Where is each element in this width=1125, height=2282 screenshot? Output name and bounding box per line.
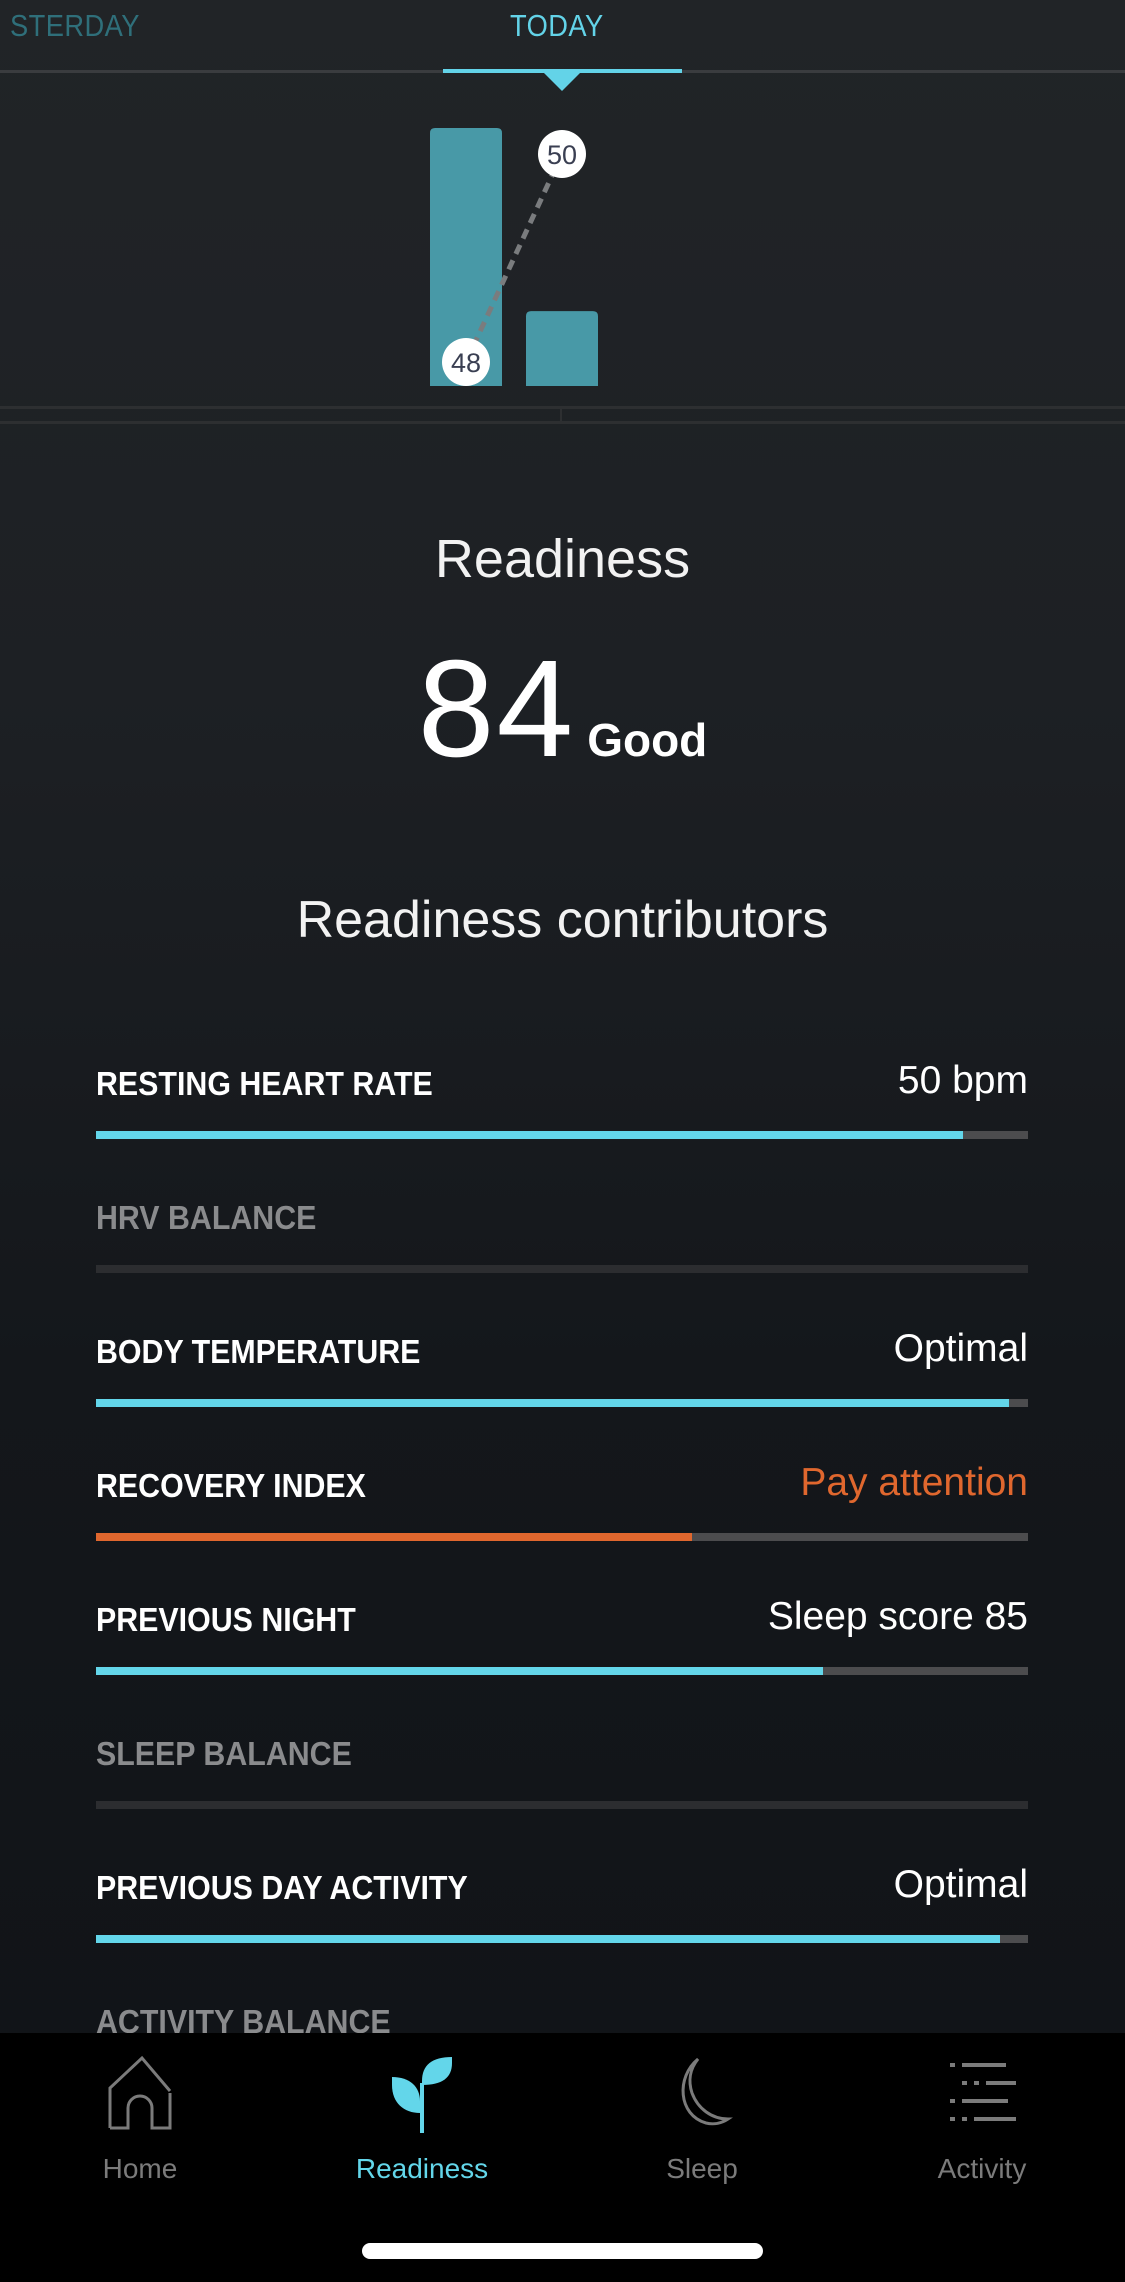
contributor-progress-track: [96, 1667, 1028, 1675]
contributor-recovery-index[interactable]: RECOVERY INDEX Pay attention: [96, 1457, 1028, 1591]
contributor-hrv-balance[interactable]: HRV BALANCE: [96, 1189, 1028, 1323]
nav-home[interactable]: Home: [40, 2053, 240, 2203]
nav-sleep[interactable]: Sleep: [602, 2053, 802, 2203]
chart-point-label: 50: [547, 140, 577, 170]
contributor-name: RESTING HEART RATE: [96, 1065, 433, 1102]
contributor-progress-track: [96, 1131, 1028, 1139]
readiness-trend-chart: 48 50: [0, 90, 1125, 390]
contributor-progress-track: [96, 1399, 1028, 1407]
score-row: 84 Good: [0, 630, 1125, 789]
contributor-previous-day-activity[interactable]: PREVIOUS DAY ACTIVITY Optimal: [96, 1859, 1028, 1993]
contributor-name: SLEEP BALANCE: [96, 1735, 352, 1772]
chart-point-label: 48: [451, 348, 481, 378]
score-title: Readiness: [434, 529, 691, 589]
contributor-progress-fill: [96, 1399, 1010, 1407]
score-rating: Good: [587, 714, 708, 766]
contributor-progress-fill: [96, 1935, 1001, 1943]
activity-list-icon: [950, 2063, 1016, 2121]
home-indicator[interactable]: [362, 2243, 763, 2259]
nav-label: Activity: [937, 2153, 1027, 2184]
contributor-progress-track: [96, 1533, 1028, 1541]
nav-activity[interactable]: Activity: [882, 2053, 1082, 2203]
contributor-progress-fill: [96, 1667, 823, 1675]
moon-icon: [681, 2057, 733, 2126]
home-icon: [108, 2055, 172, 2130]
nav-label: Home: [102, 2153, 178, 2184]
nav-readiness[interactable]: Readiness: [322, 2053, 522, 2203]
contributor-value: 50 bpm: [897, 1059, 1028, 1102]
readiness-score: 84: [417, 632, 576, 786]
contributor-name: PREVIOUS NIGHT: [96, 1601, 356, 1638]
date-tabs: STERDAY TODAY: [0, 0, 1125, 91]
chart-bar-today: [526, 311, 598, 386]
chart-day-divider: [560, 409, 562, 421]
contributor-value: Optimal: [893, 1327, 1028, 1370]
contributor-value: Optimal: [893, 1863, 1028, 1906]
contributor-value: Sleep score 85: [767, 1595, 1028, 1638]
nav-label: Readiness: [355, 2153, 489, 2184]
contributor-resting-heart-rate[interactable]: RESTING HEART RATE 50 bpm: [96, 1055, 1028, 1189]
contributor-progress-track: [96, 1935, 1028, 1943]
contributor-sleep-balance[interactable]: SLEEP BALANCE: [96, 1725, 1028, 1859]
contributors-list: RESTING HEART RATE 50 bpm HRV BALANCE BO…: [96, 1055, 1028, 2127]
contributor-progress-track: [96, 1265, 1028, 1273]
contributor-name: HRV BALANCE: [96, 1199, 317, 1236]
sprout-icon: [392, 2057, 452, 2133]
contributor-name: PREVIOUS DAY ACTIVITY: [96, 1869, 468, 1906]
chart-svg: 48 50: [430, 128, 598, 386]
tab-yesterday[interactable]: STERDAY: [10, 8, 140, 44]
chart-point-today: 50: [538, 130, 586, 178]
contributors-title: Readiness contributors: [296, 891, 829, 949]
contributor-progress-fill: [96, 1131, 963, 1139]
contributor-progress-track: [96, 1801, 1028, 1809]
contributor-name: BODY TEMPERATURE: [96, 1333, 421, 1370]
tab-today[interactable]: TODAY: [510, 8, 604, 44]
nav-label: Sleep: [666, 2153, 738, 2184]
chart-point-previous: 48: [442, 338, 490, 386]
contributor-body-temperature[interactable]: BODY TEMPERATURE Optimal: [96, 1323, 1028, 1457]
contributor-name: RECOVERY INDEX: [96, 1467, 366, 1504]
contributor-progress-fill: [96, 1533, 693, 1541]
chart-baseline: [0, 406, 1125, 409]
chart-baseline-lower: [0, 421, 1125, 424]
tab-active-caret: [544, 73, 580, 91]
contributor-previous-night[interactable]: PREVIOUS NIGHT Sleep score 85: [96, 1591, 1028, 1725]
contributor-value: Pay attention: [800, 1461, 1028, 1504]
